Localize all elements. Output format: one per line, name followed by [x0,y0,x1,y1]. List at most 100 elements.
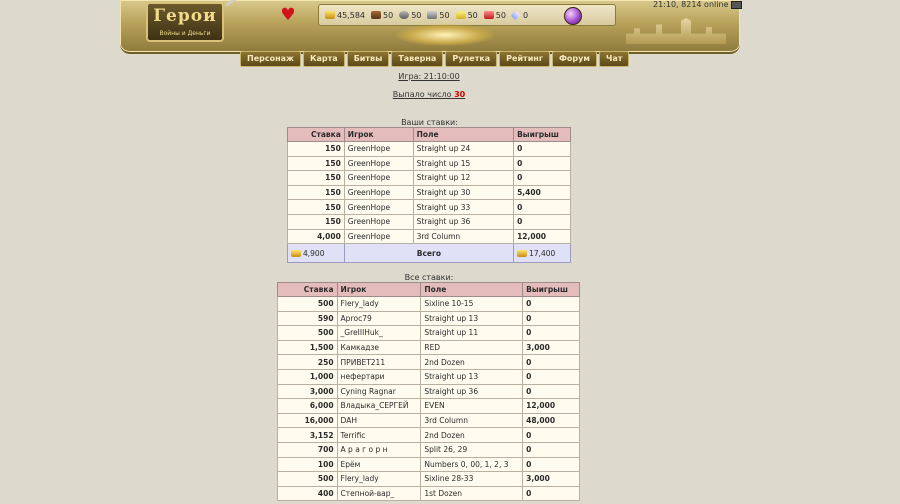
player-cell: DAH [336,412,422,429]
game-logo[interactable]: Герои Войны и Деньги [146,2,224,42]
field-cell: 2nd Dozen [420,354,524,370]
bet-cell: 150 [287,199,345,215]
nav-character[interactable]: Персонаж [240,51,301,67]
player-cell: Камкадзе [336,339,422,356]
col-win: Выигрыш [513,127,571,142]
win-cell: 0 [522,296,580,312]
nav-tavern[interactable]: Таверна [391,51,444,67]
win-cell: 0 [513,155,571,172]
gold-icon [291,250,301,258]
nav-map[interactable]: Карта [302,51,345,67]
logo-title: Герои [153,6,217,26]
field-cell: 2nd Dozen [420,427,524,443]
player-cell: Flery_lady [336,296,422,312]
table-row: 500 Flery_lady Sixline 10-15 0 [277,296,580,312]
resource-mercury: 50 [427,11,450,20]
win-cell: 3,000 [522,471,580,487]
crystal-icon [483,11,494,19]
table-row: 1,000 нефертари Straight up 13 0 [277,368,580,385]
win-cell: 5,400 [513,184,571,201]
bet-cell: 250 [277,354,338,370]
player-cell: Flery_lady [336,471,422,487]
bet-cell: 16,000 [277,412,338,429]
bet-cell: 100 [277,456,338,473]
table-row: 500 _GreIIIHuk_ Straight up 11 0 [277,325,580,341]
gold-icon [517,250,528,258]
col-player: Игрок [336,282,422,297]
resource-wood: 50 [371,11,393,20]
bet-cell: 3,000 [277,383,338,400]
field-cell: Straight up 33 [412,199,515,215]
field-cell: Straight up 36 [412,213,515,230]
table-row: 700 А р а г о р н Split 26, 29 0 [277,441,580,458]
table-row: 3,000 Cyning Ragnar Straight up 36 0 [277,383,580,400]
dropped-value: 30 [454,90,466,99]
player-cell: Ерём [336,456,422,473]
table-header-row: Ставка Игрок Поле Выигрыш [287,127,571,142]
nav-rating[interactable]: Рейтинг [499,51,550,67]
player-cell: GreenHope [343,199,414,215]
table-row: 100 Ерём Numbers 0, 00, 1, 2, 30 [277,456,580,473]
mail-icon[interactable] [731,0,743,9]
sulfur-icon [455,11,466,19]
player-cell: нефертари [336,368,422,385]
col-bet: Ставка [277,282,338,297]
bet-cell: 1,000 [277,368,338,385]
bet-cell: 3,152 [277,427,338,443]
nav-battles[interactable]: Битвы [346,51,390,67]
win-cell: 0 [522,456,580,473]
player-cell: ПРИВЕТ211 [336,354,422,370]
col-field: Поле [420,282,524,297]
field-cell: Straight up 30 [412,184,515,201]
bet-cell: 150 [287,213,345,230]
player-cell: GreenHope [343,184,414,201]
bet-cell: 590 [277,310,338,327]
all-bets-table: Ставка Игрок Поле Выигрыш 500 Flery_lady S… [277,282,580,502]
table-row: 150 GreenHope Straight up 24 0 [287,141,571,157]
resource-ore: 50 [399,11,421,20]
wood-icon [371,11,381,19]
bet-cell: 400 [277,485,338,502]
table-row: 4,000 GreenHope 3rd Column 12,000 [287,228,571,245]
nav-chat[interactable]: Чат [598,51,630,67]
nav-roulette[interactable]: Рулетка [445,51,498,67]
player-cell: Владыка_СЕРГЕЙ [336,398,422,414]
table-row: 150 GreenHope Straight up 15 0 [287,155,571,172]
nav-forum[interactable]: Форум [552,51,597,67]
table-row: 3,152 Terrific 2nd Dozen 0 [277,427,580,443]
game-time-link[interactable]: Игра: 21:10:00 [0,72,858,81]
table-row: 150 GreenHope Straight up 30 5,400 [287,184,571,201]
win-cell: 3,000 [522,339,580,356]
bet-cell: 500 [277,471,338,487]
field-cell: 1st Dozen [420,485,524,502]
win-cell: 0 [522,427,580,443]
table-header-row: Ставка Игрок Поле Выигрыш [277,282,580,297]
field-cell: Straight up 11 [420,325,524,341]
table-row: 400 Степной-вар_ 1st Dozen 0 [277,485,580,502]
dropped-number: Выпало число 30 [0,90,858,99]
player-cell: GreenHope [343,170,414,186]
your-bets-caption: Ваши ставки: [401,118,458,127]
field-cell: Sixline 28-33 [420,471,524,487]
total-label: Всего [343,243,515,264]
field-cell: Split 26, 29 [420,441,524,458]
win-cell: 48,000 [522,412,580,429]
win-cell: 0 [522,383,580,400]
table-row: 150 GreenHope Straight up 33 0 [287,199,571,215]
field-cell: 3rd Column [420,412,524,429]
win-cell: 0 [522,441,580,458]
total-row: 4,900 Всего 17,400 [287,243,571,264]
resource-crystal: 50 [483,11,506,20]
field-cell: Straight up 24 [412,141,515,157]
table-row: 150 GreenHope Straight up 12 0 [287,170,571,186]
win-cell: 12,000 [513,228,571,245]
win-cell: 0 [522,310,580,327]
win-cell: 0 [522,354,580,370]
field-cell: Straight up 13 [420,310,524,327]
main-nav: Персонаж Карта Битвы Таверна Рулетка Рей… [240,51,630,67]
win-cell: 0 [513,199,571,215]
bet-cell: 4,000 [287,228,345,245]
header: Герои Войны и Деньги ♥ 45,584 50 50 50 5… [0,0,900,68]
col-bet: Ставка [287,127,345,142]
table-row: 6,000 Владыка_СЕРГЕЙ EVEN 12,000 [277,398,580,414]
